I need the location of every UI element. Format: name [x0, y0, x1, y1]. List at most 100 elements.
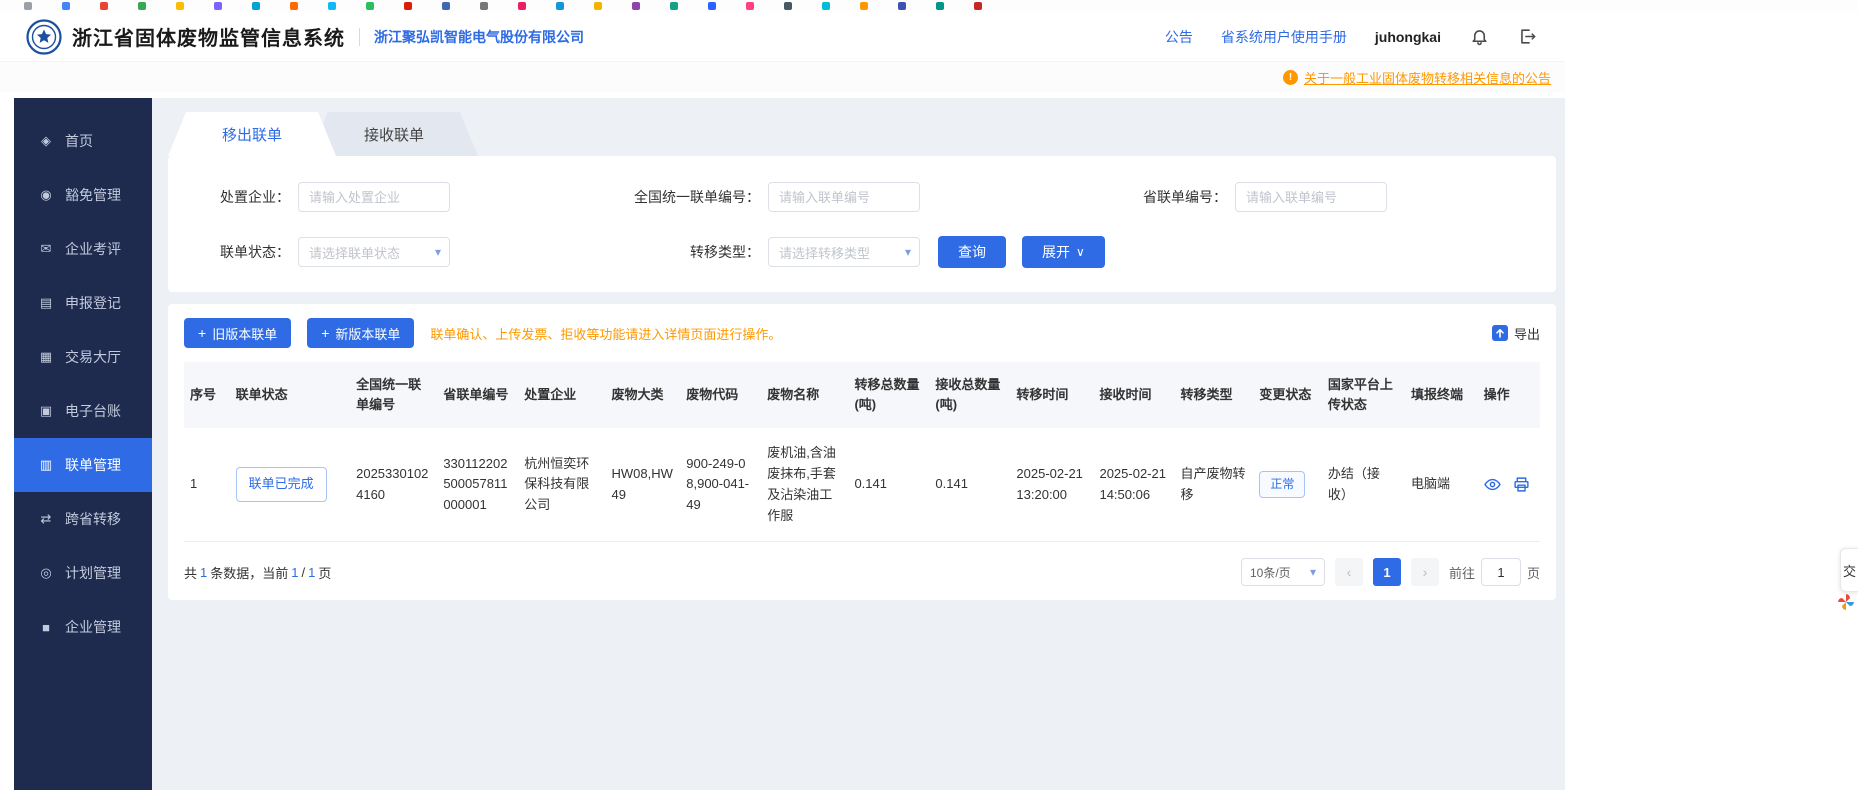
sidebar-item-trading-hall[interactable]: ▦ 交易大厅	[14, 330, 152, 384]
browser-favicon[interactable]	[328, 2, 336, 10]
table-footer: 共 1 条数据，当前 1 / 1 页 10条/页 ▾ ‹ 1 › 前往	[184, 558, 1540, 586]
national-manifest-no-input[interactable]	[768, 182, 920, 212]
browser-favicon[interactable]	[556, 2, 564, 10]
print-icon[interactable]	[1513, 476, 1530, 493]
chevron-down-icon: ▾	[905, 245, 911, 259]
goto-page: 前往 页	[1449, 558, 1540, 586]
column-header-waste-code: 废物代码	[680, 362, 761, 428]
browser-favicon[interactable]	[252, 2, 260, 10]
content-area: 移出联单 接收联单 处置企业： 全国统一联单编号： 省联单编号： 联单状态： 请…	[152, 98, 1565, 790]
cell-province-no: 330112202500057811000001	[437, 428, 518, 542]
page-size-select[interactable]: 10条/页 ▾	[1241, 558, 1325, 586]
search-button[interactable]: 查询	[938, 236, 1006, 268]
cell-receive-qty: 0.141	[929, 428, 1010, 542]
page-size-value: 10条/页	[1250, 564, 1291, 581]
sidebar-item-enterprise[interactable]: ■ 企业管理	[14, 600, 152, 654]
browser-favicon[interactable]	[176, 2, 184, 10]
page-slash: /	[302, 565, 306, 580]
browser-favicon[interactable]	[214, 2, 222, 10]
chevron-down-icon: ▾	[1310, 565, 1316, 579]
cell-change-status: 正常	[1253, 428, 1322, 542]
browser-favicon[interactable]	[442, 2, 450, 10]
alert-icon: !	[1283, 70, 1298, 85]
export-label: 导出	[1514, 324, 1540, 343]
sidebar-item-label: 联单管理	[65, 455, 121, 475]
manifest-table: 序号 联单状态 全国统一联单编号 省联单编号 处置企业 废物大类 废物代码 废物…	[184, 362, 1540, 542]
browser-favicon[interactable]	[708, 2, 716, 10]
notice-link[interactable]: 关于一般工业固体废物转移相关信息的公告	[1304, 68, 1551, 87]
tab-inbound-manifest[interactable]: 接收联单	[310, 112, 478, 156]
ledger-icon: ▣	[38, 403, 54, 419]
browser-favicon[interactable]	[138, 2, 146, 10]
transfer-type-placeholder: 请选择转移类型	[779, 243, 870, 262]
old-version-manifest-button[interactable]: + 旧版本联单	[184, 318, 291, 348]
transfer-type-select[interactable]: 请选择转移类型 ▾	[768, 237, 920, 267]
disposal-company-input[interactable]	[298, 182, 450, 212]
sidebar-item-evaluation[interactable]: ✉ 企业考评	[14, 222, 152, 276]
expand-button[interactable]: 展开 ∨	[1022, 236, 1105, 268]
sidebar-item-exemption[interactable]: ◉ 豁免管理	[14, 168, 152, 222]
page-number-button[interactable]: 1	[1373, 558, 1401, 586]
exchange-icon: ▦	[38, 349, 54, 365]
export-button[interactable]: 导出	[1492, 324, 1540, 343]
transfer-icon: ⇄	[38, 511, 54, 527]
view-eye-icon[interactable]	[1484, 476, 1501, 493]
browser-favicon[interactable]	[860, 2, 868, 10]
browser-favicon[interactable]	[632, 2, 640, 10]
cell-waste-category: HW08,HW49	[606, 428, 681, 542]
announcement-link[interactable]: 公告	[1165, 27, 1193, 47]
shield-icon: ◉	[38, 187, 54, 203]
new-version-manifest-button[interactable]: + 新版本联单	[307, 318, 414, 348]
logout-icon[interactable]	[1517, 27, 1537, 47]
browser-favicon[interactable]	[936, 2, 944, 10]
browser-favicon[interactable]	[974, 2, 982, 10]
sidebar-item-plan[interactable]: ◎ 计划管理	[14, 546, 152, 600]
next-page-button[interactable]: ›	[1411, 558, 1439, 586]
browser-favicon[interactable]	[290, 2, 298, 10]
browser-favicon[interactable]	[62, 2, 70, 10]
prev-page-button[interactable]: ‹	[1335, 558, 1363, 586]
browser-favicon[interactable]	[24, 2, 32, 10]
total-count-middle: 条数据，当前	[210, 563, 288, 582]
main-wrap: ◈ 首页 ◉ 豁免管理 ✉ 企业考评 ▤ 申报登记 ▦ 交易大厅 ▣ 电子台账 …	[0, 92, 1858, 790]
cell-waste-name: 废机油,含油废抹布,手套及沾染油工作服	[761, 428, 848, 542]
browser-favicon[interactable]	[594, 2, 602, 10]
browser-favicon[interactable]	[366, 2, 374, 10]
change-status-badge: 正常	[1259, 471, 1305, 498]
notification-bell-icon[interactable]	[1469, 27, 1489, 47]
sidebar-item-home[interactable]: ◈ 首页	[14, 114, 152, 168]
browser-favicon[interactable]	[480, 2, 488, 10]
province-manifest-no-input[interactable]	[1235, 182, 1387, 212]
floating-side-tab[interactable]: 交	[1840, 548, 1858, 592]
column-header-province-no: 省联单编号	[437, 362, 518, 428]
browser-favicon[interactable]	[784, 2, 792, 10]
tab-outbound-manifest[interactable]: 移出联单	[168, 112, 336, 156]
browser-favicon[interactable]	[518, 2, 526, 10]
goto-suffix: 页	[1527, 563, 1540, 582]
sidebar-item-eledger[interactable]: ▣ 电子台账	[14, 384, 152, 438]
manifest-status-select[interactable]: 请选择联单状态 ▾	[298, 237, 450, 267]
system-logo-icon	[26, 19, 62, 55]
cell-disposal-company: 杭州恒奕环保科技有限公司	[518, 428, 605, 542]
goto-page-input[interactable]	[1481, 558, 1521, 586]
browser-favicon[interactable]	[404, 2, 412, 10]
column-header-transfer-type: 转移类型	[1174, 362, 1253, 428]
disposal-company-label: 处置企业：	[168, 187, 298, 207]
sidebar-item-declaration[interactable]: ▤ 申报登记	[14, 276, 152, 330]
sidebar-item-cross-province[interactable]: ⇄ 跨省转移	[14, 492, 152, 546]
company-name: 浙江聚弘凯智能电气股份有限公司	[374, 27, 584, 47]
column-header-transfer-time: 转移时间	[1010, 362, 1093, 428]
user-manual-link[interactable]: 省系统用户使用手册	[1221, 27, 1347, 47]
browser-favicon-strip	[0, 0, 1858, 12]
browser-favicon[interactable]	[898, 2, 906, 10]
username[interactable]: juhongkai	[1375, 29, 1441, 45]
browser-favicon[interactable]	[670, 2, 678, 10]
cell-receive-time: 2025-02-21 14:50:06	[1093, 428, 1174, 542]
chevron-down-icon: ∨	[1076, 245, 1085, 259]
comment-icon: ✉	[38, 241, 54, 257]
sidebar-item-manifest[interactable]: ▥ 联单管理	[14, 438, 152, 492]
browser-favicon[interactable]	[822, 2, 830, 10]
floating-logo-icon[interactable]	[1836, 592, 1856, 612]
browser-favicon[interactable]	[746, 2, 754, 10]
browser-favicon[interactable]	[100, 2, 108, 10]
